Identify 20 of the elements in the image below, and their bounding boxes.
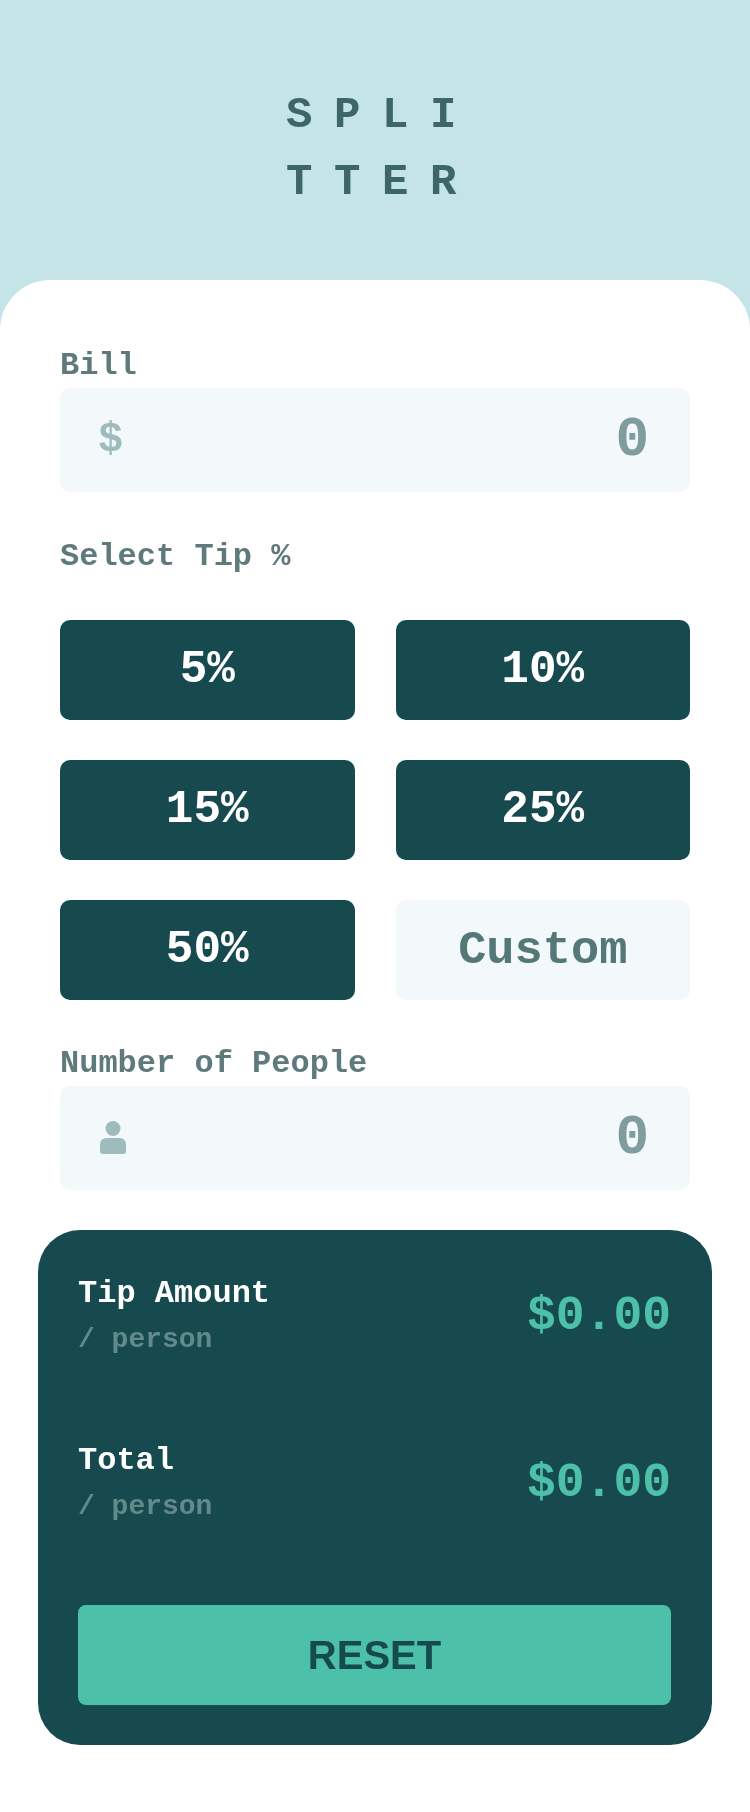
people-input-field[interactable]: 0 [60,1086,690,1190]
tip-percent-button[interactable]: 25% [395,760,690,860]
custom-tip-field[interactable]: Custom [395,900,690,1000]
result-amount: $0.00 [526,1455,671,1511]
tip-percent-button[interactable]: 50% [60,900,355,1000]
per-person-label: / person [78,1491,213,1523]
field-label: Number of People [60,1046,369,1082]
tip-percent-button[interactable]: 15% [60,760,355,860]
result-label: Tip Amount [78,1276,271,1312]
result-label: Total [78,1443,175,1479]
result-amount: $0.00 [526,1288,671,1344]
person-icon [100,1121,126,1154]
tip-percent-button[interactable]: 10% [395,620,690,720]
per-person-label: / person [78,1324,214,1356]
reset-button[interactable]: RESET [78,1605,671,1705]
field-label: Select Tip % [60,539,292,575]
dollar-sign: $ [98,417,124,463]
tip-percent-button[interactable]: 5% [60,620,355,720]
app-logo: SPLITTER [285,89,480,209]
field-label: Bill [60,348,138,384]
